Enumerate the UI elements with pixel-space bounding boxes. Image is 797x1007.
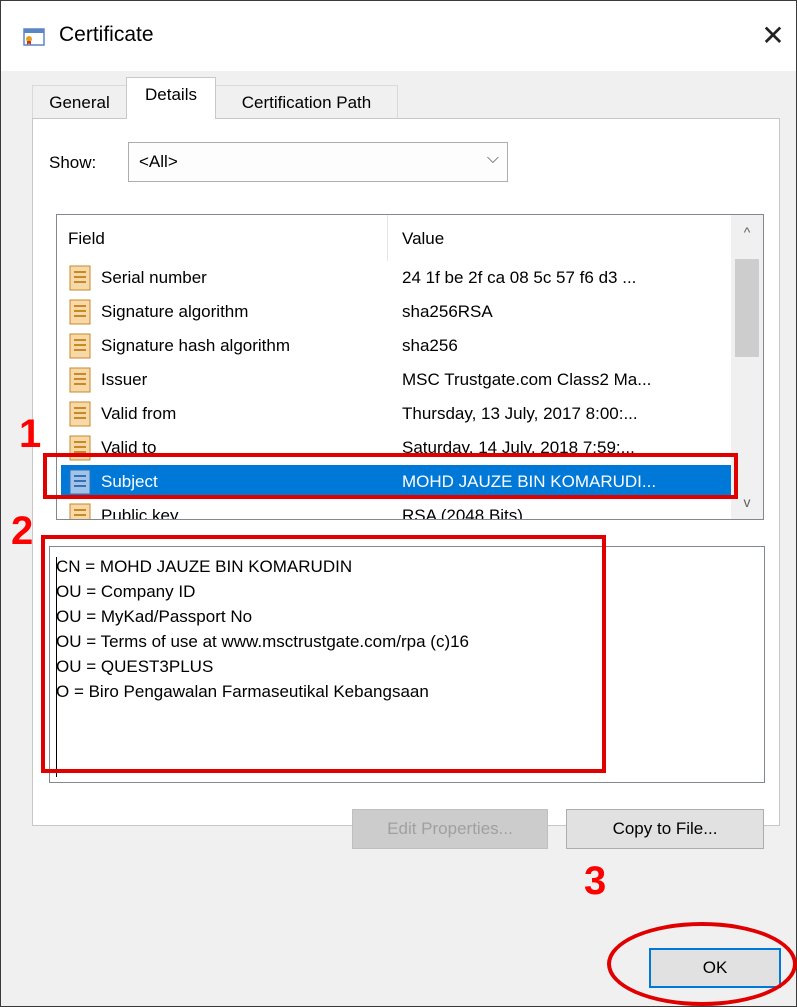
- list-row[interactable]: Signature hash algorithm sha256: [61, 329, 731, 363]
- chevron-down-icon: ⌵: [486, 150, 499, 167]
- field-icon: [69, 333, 91, 359]
- annotation-number-2: 2: [11, 509, 34, 553]
- row-value: sha256RSA: [402, 302, 493, 321]
- window-title: Certificate: [59, 23, 154, 46]
- close-button[interactable]: ✕: [756, 19, 790, 53]
- row-field: Issuer: [101, 370, 148, 389]
- show-dropdown-value: <All>: [139, 152, 178, 171]
- row-value: Thursday, 13 July, 2017 8:00:...: [402, 404, 638, 423]
- tab-certification-path[interactable]: Certification Path: [215, 85, 398, 118]
- scrollbar-thumb[interactable]: [735, 259, 759, 357]
- list-row[interactable]: Valid from Thursday, 13 July, 2017 8:00:…: [61, 397, 731, 431]
- row-value: RSA (2048 Bits): [402, 506, 523, 520]
- certificate-dialog: Certificate ✕ General Details Certificat…: [0, 0, 797, 1007]
- list-row[interactable]: Issuer MSC Trustgate.com Class2 Ma...: [61, 363, 731, 397]
- annotation-box-1: [43, 453, 738, 499]
- tab-general[interactable]: General: [32, 85, 127, 118]
- annotation-number-1: 1: [19, 412, 42, 456]
- field-icon: [69, 367, 91, 393]
- annotation-box-2: [41, 535, 606, 773]
- column-divider[interactable]: [387, 215, 388, 261]
- row-field: Signature hash algorithm: [101, 336, 291, 355]
- field-icon: [69, 503, 91, 519]
- row-value: sha256: [402, 336, 458, 355]
- column-header-field[interactable]: Field: [68, 229, 105, 249]
- certificate-icon: [23, 28, 45, 46]
- annotation-ellipse-3: [607, 922, 797, 1006]
- row-field: Serial number: [101, 268, 207, 287]
- copy-to-file-button[interactable]: Copy to File...: [566, 809, 764, 849]
- list-row[interactable]: Signature algorithm sha256RSA: [61, 295, 731, 329]
- field-icon: [69, 265, 91, 291]
- row-value: MSC Trustgate.com Class2 Ma...: [402, 370, 652, 389]
- chevron-up-icon[interactable]: ^: [731, 215, 763, 249]
- list-header: Field Value: [57, 215, 729, 261]
- show-label: Show:: [49, 153, 97, 172]
- field-icon: [69, 401, 91, 427]
- row-field: Signature algorithm: [101, 302, 249, 321]
- tab-details[interactable]: Details: [126, 77, 216, 119]
- title-bar: Certificate ✕: [1, 1, 796, 71]
- list-row[interactable]: Public key RSA (2048 Bits): [61, 499, 731, 520]
- annotation-number-3: 3: [584, 859, 607, 903]
- row-value: 24 1f be 2f ca 08 5c 57 f6 d3 ...: [402, 268, 637, 287]
- show-dropdown[interactable]: <All> ⌵: [128, 142, 508, 182]
- field-icon: [69, 299, 91, 325]
- list-row[interactable]: Serial number 24 1f be 2f ca 08 5c 57 f6…: [61, 261, 731, 295]
- column-header-value[interactable]: Value: [402, 229, 444, 249]
- edit-properties-button[interactable]: Edit Properties...: [352, 809, 548, 849]
- row-field: Public key: [101, 506, 179, 520]
- row-field: Valid from: [101, 404, 177, 423]
